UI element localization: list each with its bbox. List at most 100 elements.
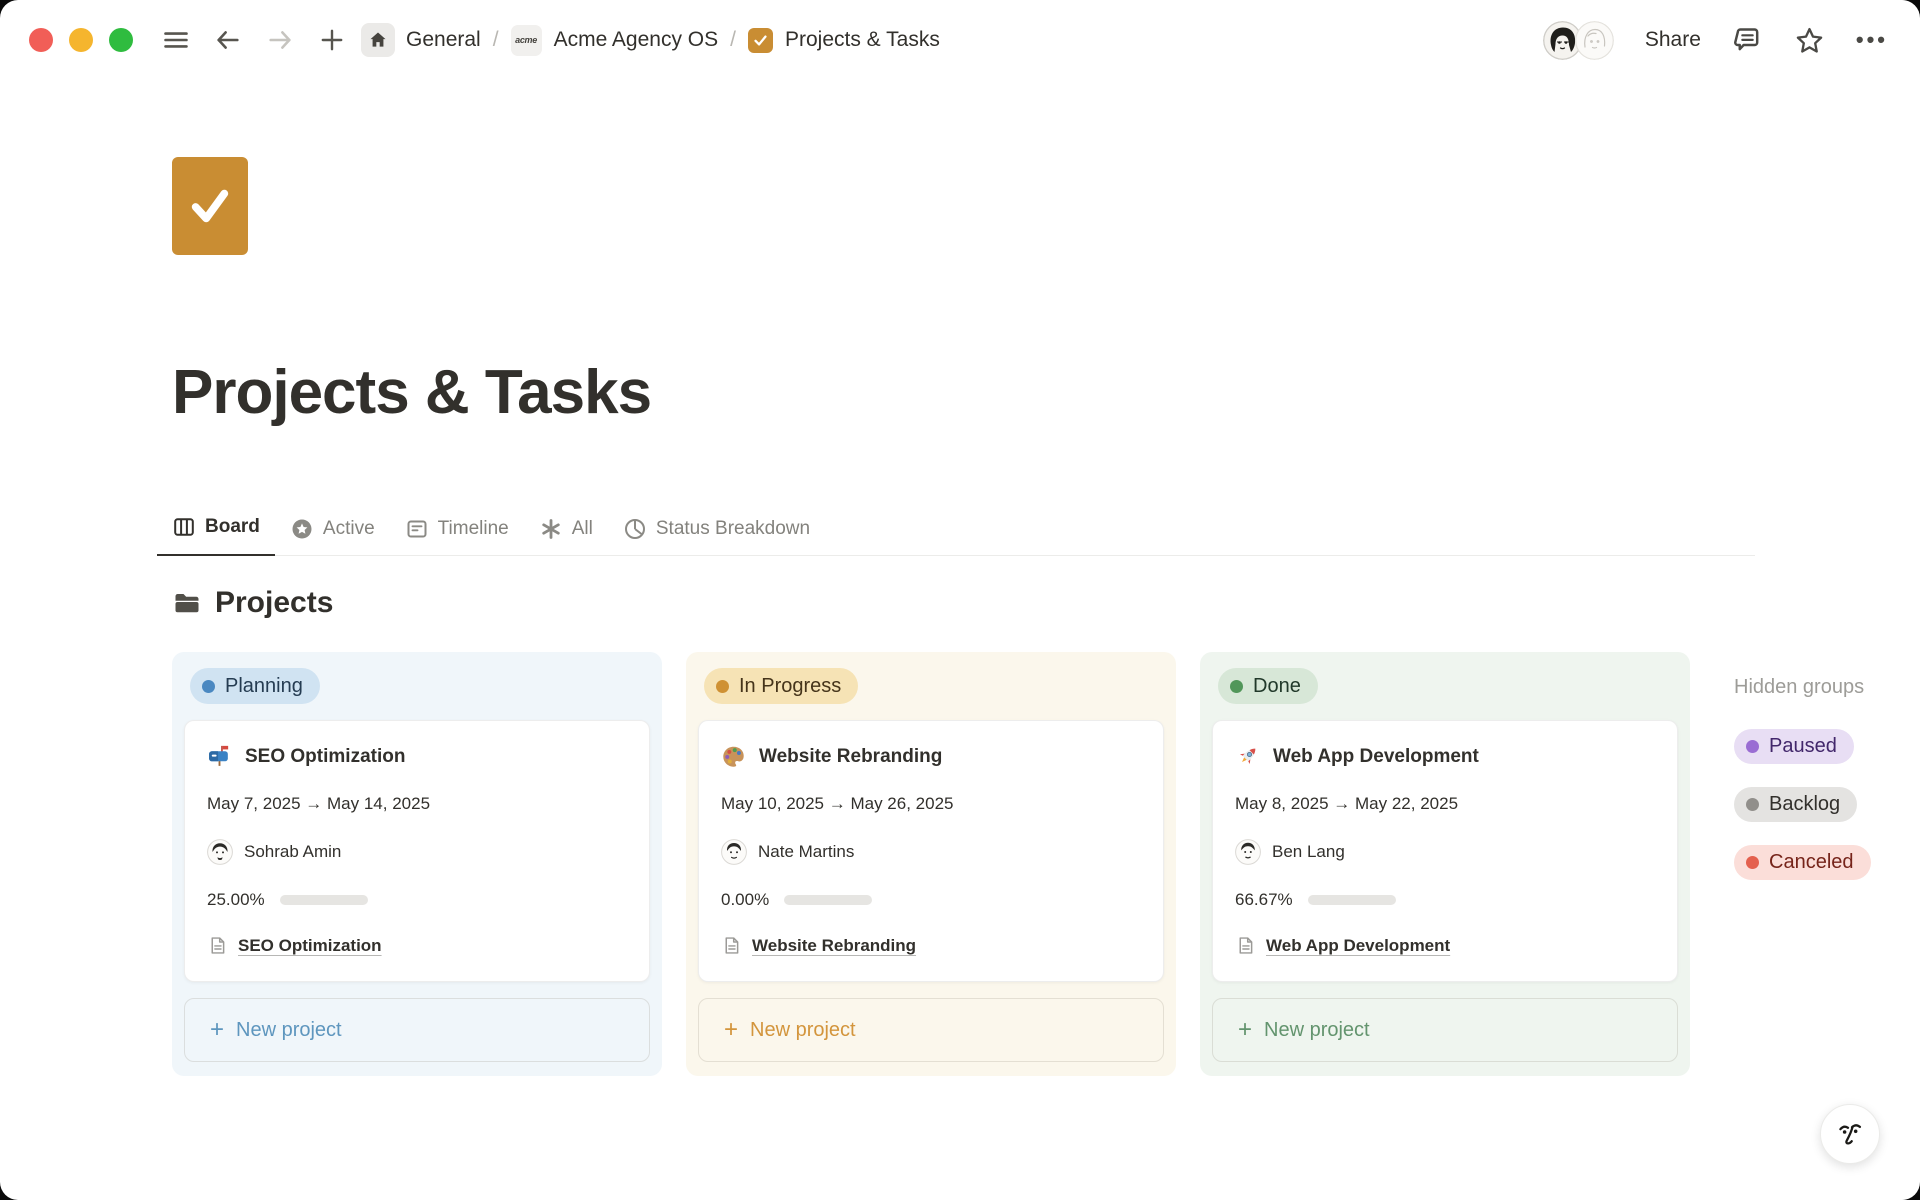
assignee-avatar — [721, 839, 747, 865]
project-card[interactable]: Website Rebranding May 10, 2025 → May 26… — [698, 720, 1164, 982]
assignee-name: Nate Martins — [758, 842, 854, 862]
folder-icon — [172, 588, 202, 618]
view-tabs: Board Active Timeline All — [157, 515, 1755, 556]
hidden-group-paused[interactable]: Paused — [1734, 729, 1854, 764]
status-badge-done[interactable]: Done — [1218, 668, 1318, 704]
status-dot — [1746, 856, 1759, 869]
home-icon[interactable] — [361, 23, 395, 57]
status-dot — [716, 680, 729, 693]
assignee-name: Sohrab Amin — [244, 842, 341, 862]
column-in-progress: In Progress Website Rebranding May 10, 2… — [686, 652, 1176, 1076]
forward-icon[interactable] — [265, 25, 295, 55]
avatar — [1575, 21, 1614, 60]
comment-icon[interactable] — [1732, 25, 1763, 56]
new-project-button[interactable]: + New project — [184, 998, 650, 1062]
hidden-groups: Hidden groups Paused Backlog Canceled — [1734, 676, 1871, 880]
assignee-avatar — [1235, 839, 1261, 865]
member-avatars[interactable] — [1543, 21, 1614, 60]
card-date-range: May 8, 2025 → May 22, 2025 — [1235, 794, 1655, 814]
kanban-board: Planning SEO Optimization May 7, 2025 → … — [172, 652, 1920, 1076]
breadcrumb-separator: / — [730, 28, 736, 52]
hidden-group-backlog[interactable]: Backlog — [1734, 787, 1857, 822]
tab-timeline[interactable]: Timeline — [390, 517, 524, 556]
status-label: Done — [1253, 675, 1301, 698]
card-page-link[interactable]: Web App Development — [1266, 936, 1450, 956]
status-dot — [1746, 740, 1759, 753]
timeline-note-icon — [405, 517, 429, 541]
card-title: Website Rebranding — [759, 746, 942, 768]
nav-icons — [161, 25, 347, 55]
assignee-name: Ben Lang — [1272, 842, 1345, 862]
rocket-emoji — [1235, 744, 1260, 769]
project-card[interactable]: Web App Development May 8, 2025 → May 22… — [1212, 720, 1678, 982]
plus-icon: + — [210, 1018, 224, 1042]
top-bar: General / acme Acme Agency OS / Projects… — [0, 0, 1920, 80]
new-project-button[interactable]: + New project — [698, 998, 1164, 1062]
card-date-range: May 7, 2025 → May 14, 2025 — [207, 794, 627, 814]
section-title: Projects — [215, 586, 333, 620]
pie-chart-icon — [623, 517, 647, 541]
plus-icon: + — [1238, 1018, 1252, 1042]
breadcrumb-general[interactable]: General — [406, 28, 481, 52]
back-icon[interactable] — [213, 25, 243, 55]
status-label: Planning — [225, 675, 303, 698]
status-dot — [1746, 798, 1759, 811]
minimize-button[interactable] — [69, 28, 93, 52]
status-badge-in-progress[interactable]: In Progress — [704, 668, 858, 704]
breadcrumb-separator: / — [493, 28, 499, 52]
tab-label: Active — [323, 518, 375, 540]
tab-label: Status Breakdown — [656, 518, 810, 540]
acme-logo[interactable]: acme — [511, 25, 542, 56]
progress-label: 0.00% — [721, 890, 769, 910]
card-page-link[interactable]: SEO Optimization — [238, 936, 382, 956]
projects-section-header[interactable]: Projects — [172, 586, 1920, 620]
palette-emoji — [721, 744, 746, 769]
assignee-avatar — [207, 839, 233, 865]
breadcrumb: General / acme Acme Agency OS / Projects… — [406, 25, 940, 56]
board-columns-icon — [172, 515, 196, 539]
star-icon[interactable] — [1794, 25, 1825, 56]
hidden-group-canceled[interactable]: Canceled — [1734, 845, 1871, 880]
card-page-link[interactable]: Website Rebranding — [752, 936, 916, 956]
hidden-groups-label: Hidden groups — [1734, 676, 1871, 699]
breadcrumb-acme-agency-os[interactable]: Acme Agency OS — [554, 28, 719, 52]
tab-label: Timeline — [438, 518, 509, 540]
hamburger-menu-icon[interactable] — [161, 25, 191, 55]
status-dot — [202, 680, 215, 693]
new-project-button[interactable]: + New project — [1212, 998, 1678, 1062]
progress-bar — [280, 895, 368, 905]
tab-label: Board — [205, 516, 260, 538]
status-badge-planning[interactable]: Planning — [190, 668, 320, 704]
close-button[interactable] — [29, 28, 53, 52]
tab-label: All — [572, 518, 593, 540]
page-cover-icon[interactable] — [172, 157, 248, 255]
page-content: Projects & Tasks Board Active Timeline — [0, 157, 1920, 1076]
project-card[interactable]: SEO Optimization May 7, 2025 → May 14, 2… — [184, 720, 650, 982]
asterisk-icon — [539, 517, 563, 541]
card-title: SEO Optimization — [245, 746, 405, 768]
app-window: General / acme Acme Agency OS / Projects… — [0, 0, 1920, 1200]
progress-label: 66.67% — [1235, 890, 1293, 910]
page-doc-icon — [721, 935, 742, 956]
column-done: Done Web App Development May 8, 2025 → M… — [1200, 652, 1690, 1076]
window-controls — [29, 28, 133, 52]
page-doc-icon — [1235, 935, 1256, 956]
tab-active[interactable]: Active — [275, 517, 390, 556]
notion-ai-face-button[interactable] — [1820, 1104, 1880, 1164]
mailbox-emoji — [207, 744, 232, 769]
tab-board[interactable]: Board — [157, 515, 275, 556]
more-icon[interactable]: ••• — [1856, 27, 1888, 53]
page-title[interactable]: Projects & Tasks — [172, 359, 1920, 427]
tab-status-breakdown[interactable]: Status Breakdown — [608, 517, 825, 556]
zoom-button[interactable] — [109, 28, 133, 52]
page-doc-icon — [207, 935, 228, 956]
star-circle-icon — [290, 517, 314, 541]
breadcrumb-projects-tasks[interactable]: Projects & Tasks — [785, 28, 940, 52]
tab-all[interactable]: All — [524, 517, 608, 556]
progress-bar — [784, 895, 872, 905]
share-button[interactable]: Share — [1645, 28, 1701, 52]
status-label: In Progress — [739, 675, 841, 698]
orange-check-icon — [748, 28, 773, 53]
plus-icon[interactable] — [317, 25, 347, 55]
topbar-right: Share ••• — [1543, 21, 1888, 60]
